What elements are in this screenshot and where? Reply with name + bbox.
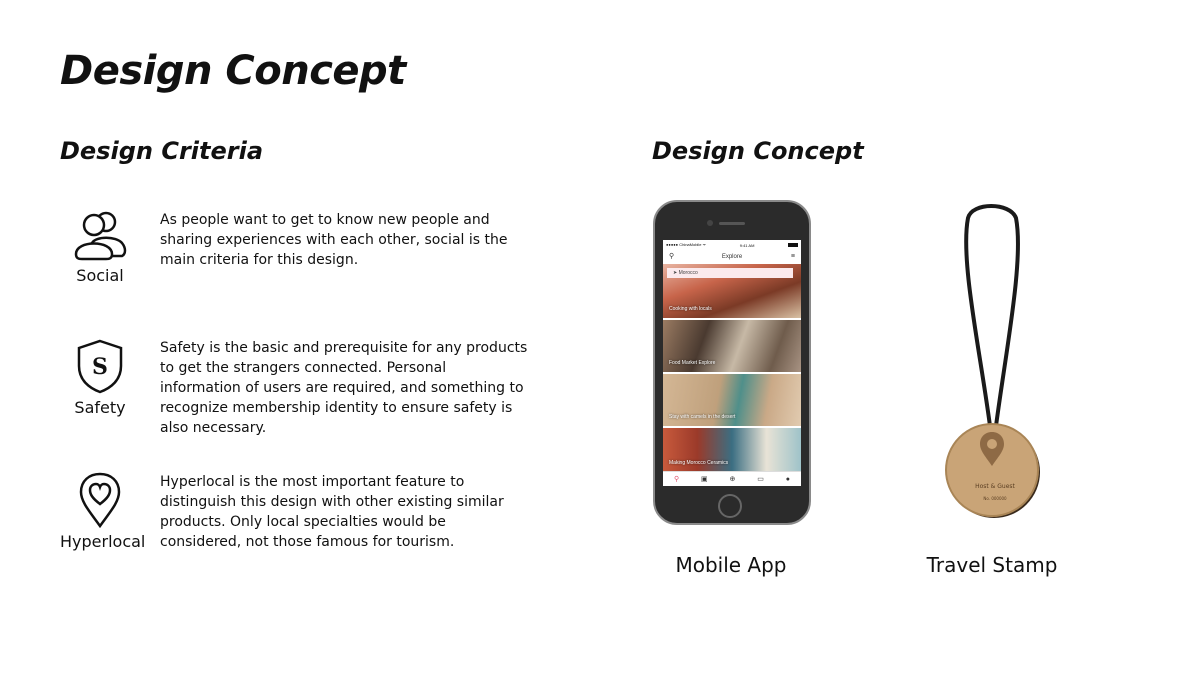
feed-card-caption: Stay with camels in the desert — [669, 414, 736, 420]
status-carrier: ●●●●● ChinaMobile ᯤ — [666, 242, 707, 247]
design-criteria-heading: Design Criteria — [60, 137, 264, 165]
home-button — [718, 494, 742, 518]
feed-card-caption: Food Market Explore — [669, 360, 716, 366]
screen-title: Explore — [721, 254, 743, 260]
page-title: Design Concept — [60, 48, 406, 94]
travel-stamp-graphic — [945, 204, 1040, 518]
location-heart-icon — [79, 472, 121, 528]
design-concept-heading: Design Concept — [652, 137, 864, 165]
search-value: Morocco — [678, 270, 698, 276]
shield-icon: S — [77, 339, 123, 394]
search-icon[interactable]: ⚲ — [674, 475, 679, 483]
mobile-app-label: Mobile App — [675, 553, 787, 577]
status-time: 9:41 AM — [739, 242, 755, 248]
criterion-social: Social As people want to get to know new… — [60, 210, 540, 310]
travel-stamp-image: Host & Guest No. 000000 — [940, 200, 1050, 520]
social-icon — [74, 211, 127, 261]
feed-card[interactable]: Food Market Explore — [663, 320, 801, 372]
criterion-description: Safety is the basic and prerequisite for… — [160, 340, 528, 436]
stamp-engraving: Host & Guest — [975, 483, 1015, 490]
phone-screen: ●●●●● ChinaMobile ᯤ 9:41 AM ⚲ Explore ≡ … — [663, 240, 801, 486]
criterion-hyperlocal: Hyperlocal Hyperlocal is the most import… — [60, 472, 540, 572]
criterion-label: Safety — [74, 398, 126, 417]
criterion-label: Social — [76, 266, 124, 285]
svg-text:S: S — [92, 354, 108, 380]
feed-card[interactable]: Making Morocco Ceramics — [663, 428, 801, 472]
criterion-description: As people want to get to know new people… — [160, 212, 508, 268]
profile-tab-icon[interactable]: ● — [786, 476, 790, 483]
battery-icon — [787, 243, 798, 247]
search-input[interactable]: ➤ Morocco — [667, 268, 793, 278]
travel-stamp-label: Travel Stamp — [926, 553, 1058, 577]
feed-card-caption: Cooking with locals — [669, 306, 712, 312]
phone-camera — [707, 220, 713, 226]
add-icon[interactable]: ⊕ — [729, 475, 735, 483]
profile-icon[interactable]: ⚲ — [669, 253, 674, 261]
message-icon[interactable]: ▭ — [757, 475, 764, 483]
app-header: ⚲ Explore ≡ — [663, 250, 801, 264]
phone-speaker — [719, 222, 745, 225]
filter-icon[interactable]: ≡ — [791, 253, 795, 261]
mobile-app-mockup: ●●●●● ChinaMobile ᯤ 9:41 AM ⚲ Explore ≡ … — [653, 200, 811, 525]
criterion-label: Hyperlocal — [60, 532, 146, 551]
feed-card-caption: Making Morocco Ceramics — [669, 460, 729, 466]
calendar-icon[interactable]: ▣ — [701, 475, 708, 483]
tab-bar: ⚲ ▣ ⊕ ▭ ● — [663, 471, 801, 486]
stamp-engraving-sub: No. 000000 — [983, 496, 1007, 501]
criterion-safety: S Safety Safety is the basic and prerequ… — [60, 338, 540, 438]
criterion-description: Hyperlocal is the most important feature… — [160, 474, 504, 550]
status-bar: ●●●●● ChinaMobile ᯤ 9:41 AM — [663, 240, 801, 250]
feed-card[interactable]: Stay with camels in the desert — [663, 374, 801, 426]
